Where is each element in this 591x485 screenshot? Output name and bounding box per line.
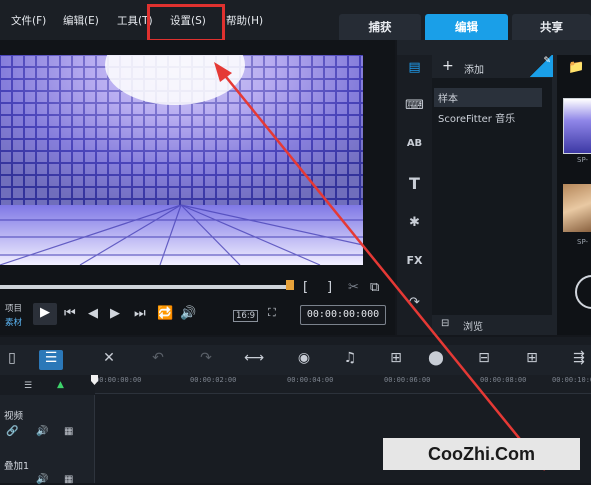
watermark: CooZhi.Com xyxy=(383,438,580,470)
arrow-line xyxy=(221,71,546,471)
annotation-arrow xyxy=(214,62,546,471)
arrow-head xyxy=(214,62,232,82)
